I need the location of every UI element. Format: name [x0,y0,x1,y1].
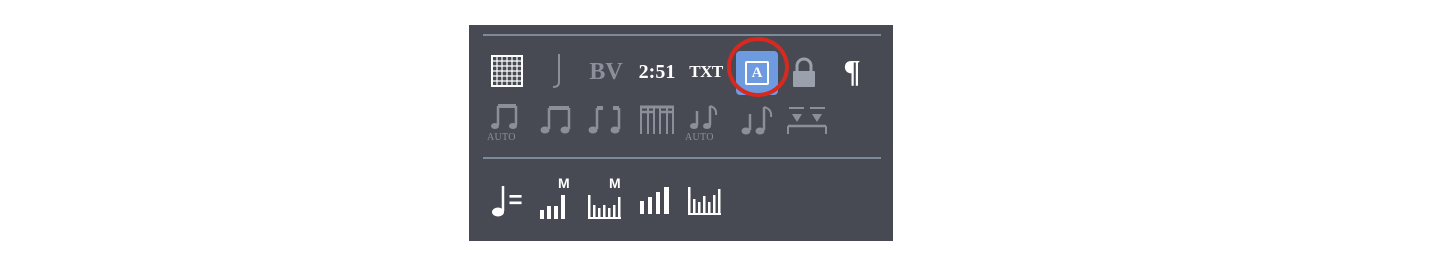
velocity-detail-button[interactable] [687,177,727,219]
beamed-notes-icon [491,104,518,129]
auto-accidental-button[interactable]: A [736,51,778,95]
m-label: M [609,175,621,191]
flag-auto-button[interactable]: AUTO [685,103,727,145]
beam-sub-icon [640,105,674,134]
a-label: A [751,64,763,81]
bar-levels-icon [588,195,621,219]
beam-sub-button[interactable] [637,103,677,137]
middle-divider [483,157,881,159]
flag-button[interactable] [739,103,775,137]
note-button[interactable] [545,51,569,91]
velocity-button[interactable] [637,177,677,219]
flag-notes-icon [690,105,718,129]
bv-button[interactable]: BV [585,55,627,89]
dynamics-m-button[interactable]: M [539,175,579,221]
auto-label: AUTO [685,132,714,143]
flag-notes-icon [741,106,773,135]
auto-label: AUTO [487,132,516,143]
bar-levels-icon [540,195,565,219]
bv-label: BV [589,58,623,85]
quarter-note-icon [492,186,505,217]
grid-icon [491,55,523,87]
bar-levels-icon [688,187,721,215]
beam-join-icon [540,106,571,134]
top-divider [483,34,881,36]
beam-join-button[interactable] [539,103,575,137]
m-label: M [558,175,570,191]
lock-button[interactable] [789,55,819,91]
pilcrow-button[interactable]: ¶ [837,51,867,91]
bar-levels-icon [640,187,669,214]
pilcrow-label: ¶ [843,52,861,89]
time-label: 2:51 [638,60,676,83]
eighth-note-icon [552,54,560,88]
txt-label: TXT [689,62,723,81]
lock-icon [793,57,815,87]
tempo-button[interactable]: = [487,181,527,221]
dynamics-m2-button[interactable]: M [587,175,627,221]
text-button[interactable]: TXT [685,55,727,89]
beam-break-icon [588,106,621,134]
time-signature-button[interactable]: 2:51 [635,55,679,89]
tempo-equals: = [508,187,523,214]
beam-auto-button[interactable]: AUTO [487,103,527,145]
spacing-icon [787,107,827,134]
a-box-icon: A [745,61,769,85]
beam-break-button[interactable] [587,103,625,137]
spacing-button[interactable] [785,103,829,139]
grid-button[interactable] [489,53,525,89]
notation-toolbar: BV 2:51 TXT A ¶ AUTO AUTO = M M [469,25,893,241]
